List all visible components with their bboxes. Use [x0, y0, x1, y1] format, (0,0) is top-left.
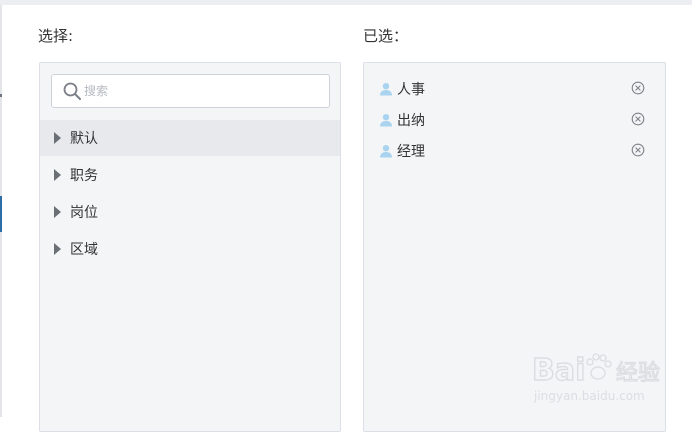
background-edge-mark — [0, 94, 2, 97]
dialog-top-strip — [0, 0, 692, 5]
selected-item-label: 出纳 — [397, 112, 425, 129]
tree-item-post[interactable]: 岗位 — [40, 194, 340, 230]
background-edge-highlight — [0, 196, 2, 232]
caret-right-icon[interactable] — [54, 169, 61, 181]
tree-item-label: 职务 — [70, 168, 98, 184]
selected-item-label: 人事 — [397, 81, 425, 98]
selected-item-hr: 人事 — [364, 73, 665, 104]
search-input[interactable] — [84, 84, 304, 98]
selected-list: 人事 出纳 经理 — [364, 73, 665, 166]
user-icon — [379, 144, 393, 158]
remove-circle-icon[interactable] — [631, 81, 645, 95]
select-panel: 默认 职务 岗位 区域 — [39, 62, 341, 432]
selected-item-label: 经理 — [397, 143, 425, 160]
selected-item-manager: 经理 — [364, 135, 665, 166]
tree-item-position[interactable]: 职务 — [40, 157, 340, 193]
selected-panel: 人事 出纳 经理 — [363, 62, 666, 432]
caret-right-icon[interactable] — [54, 132, 61, 144]
search-icon — [62, 81, 82, 101]
search-box[interactable] — [51, 74, 330, 108]
user-icon — [379, 113, 393, 127]
remove-circle-icon[interactable] — [631, 143, 645, 157]
tree-item-label: 默认 — [70, 131, 98, 147]
remove-circle-icon[interactable] — [631, 112, 645, 126]
caret-right-icon[interactable] — [54, 243, 61, 255]
selected-item-cashier: 出纳 — [364, 104, 665, 135]
caret-right-icon[interactable] — [54, 206, 61, 218]
tree-item-label: 区域 — [70, 242, 98, 258]
user-icon — [379, 82, 393, 96]
tree-item-default[interactable]: 默认 — [40, 120, 340, 156]
tree-item-label: 岗位 — [70, 205, 98, 221]
select-title: 选择: — [38, 27, 74, 45]
tree-item-region[interactable]: 区域 — [40, 231, 340, 267]
category-tree: 默认 职务 岗位 区域 — [40, 120, 340, 268]
selected-title: 已选： — [363, 27, 409, 45]
